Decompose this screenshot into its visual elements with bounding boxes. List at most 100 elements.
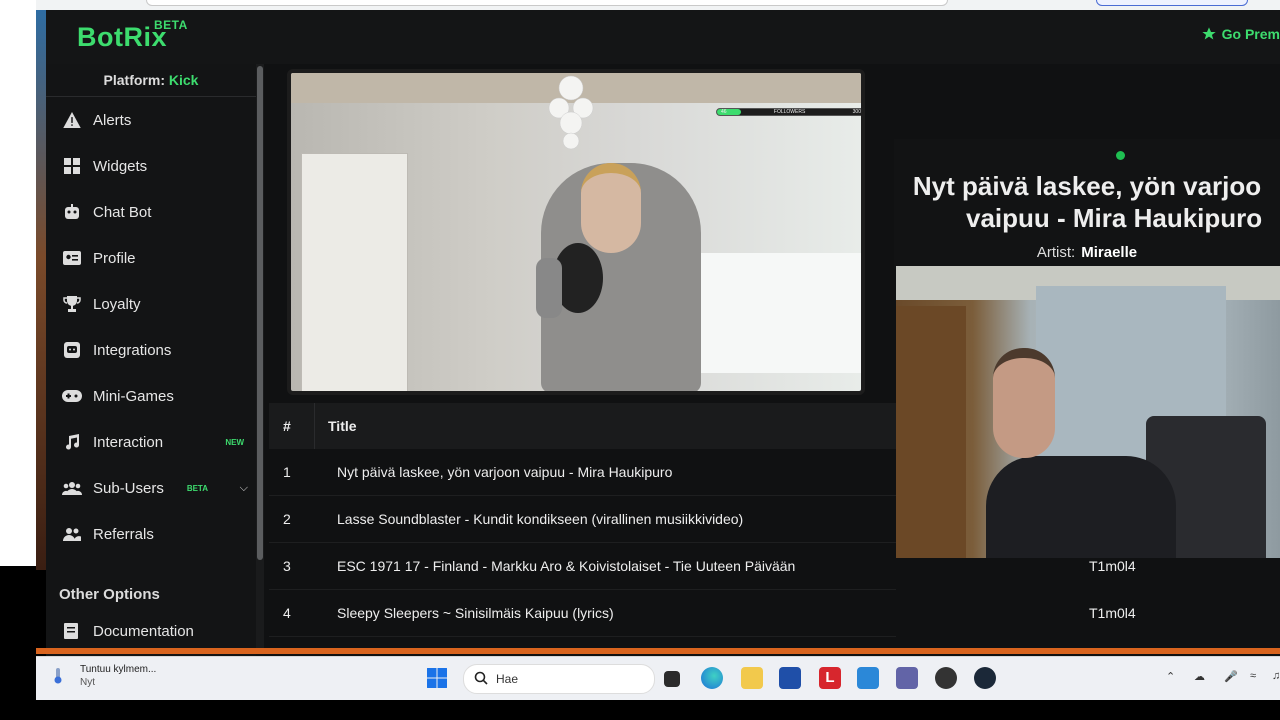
screen-bottom-edge — [0, 700, 1280, 720]
id-card-icon — [61, 251, 83, 265]
widgets-icon — [61, 158, 83, 174]
followers-current: 46 — [721, 109, 727, 115]
sidebar-item-label: Loyalty — [93, 295, 141, 313]
task-view-icon[interactable] — [664, 671, 680, 687]
botrix-app: BotRix BETA Go Prem Platform: Kick Alert… — [46, 10, 1280, 656]
sidebar-item-label: Chat Bot — [93, 203, 152, 221]
stream-video-player[interactable]: 46 FOLLOWERS 300 — [287, 69, 865, 395]
now-playing-title-line1: Nyt päivä laskee, yön varjoo — [912, 171, 1262, 201]
sidebar-item-interaction[interactable]: Interaction NEW — [46, 422, 256, 462]
obs-icon[interactable] — [935, 667, 957, 689]
new-badge: NEW — [225, 437, 244, 447]
sidebar-item-label: Integrations — [93, 341, 172, 359]
weather-icon[interactable] — [50, 667, 66, 685]
table-row[interactable]: 2 Lasse Soundblaster - Kundit kondikseen… — [269, 496, 896, 543]
sidebar-item-label: Profile — [93, 249, 136, 267]
sidebar-item-integrations[interactable]: Integrations — [46, 330, 256, 370]
steam-icon[interactable] — [974, 667, 996, 689]
teams-icon[interactable] — [896, 667, 918, 689]
weather-title: Tuntuu kylmem... — [80, 664, 157, 675]
row-requester: T1m0l4 — [1089, 558, 1136, 574]
table-row[interactable]: 4 Sleepy Sleepers ~ Sinisilmäis Kaipuu (… — [269, 590, 1136, 637]
sidebar-item-sub-users[interactable]: Sub-Users BETA ⌵ — [46, 468, 256, 508]
onedrive-icon[interactable]: ☁ — [1194, 670, 1205, 683]
row-number: 4 — [283, 605, 291, 621]
sidebar-item-label: Referrals — [93, 525, 154, 543]
address-bar[interactable] — [146, 0, 948, 6]
desktop-black-area — [0, 566, 36, 720]
speaker-icon[interactable]: ♫ — [1272, 670, 1280, 682]
sidebar-item-alerts[interactable]: Alerts — [46, 100, 256, 140]
sidebar-item-referrals[interactable]: Referrals — [46, 514, 256, 554]
table-header: # Title — [269, 403, 896, 449]
scrollbar-thumb[interactable] — [257, 66, 263, 560]
table-row[interactable]: 1 Nyt päivä laskee, yön varjoon vaipuu -… — [269, 449, 896, 496]
sidebar-item-label: Interaction — [93, 433, 164, 451]
weather-subtitle: Nyt — [80, 677, 95, 688]
artist-name: Miraelle — [1081, 244, 1138, 261]
sidebar-item-chat-bot[interactable]: Chat Bot — [46, 192, 256, 232]
sidebar-item-loyalty[interactable]: Loyalty — [46, 284, 256, 324]
sidebar-item-widgets[interactable]: Widgets — [46, 146, 256, 186]
desktop-window-edge — [0, 0, 36, 566]
video-scene — [986, 456, 1176, 558]
go-premium-button[interactable]: Go Prem — [1201, 26, 1280, 42]
windows-taskbar: Tuntuu kylmem... Nyt Hae L ⌃ ☁ 🎤 ≈ ♫ — [36, 656, 1280, 701]
weather-widget[interactable]: Tuntuu kylmem... Nyt — [80, 664, 156, 688]
sidebar-scrollbar[interactable] — [256, 64, 264, 648]
edge-browser-icon[interactable] — [701, 667, 723, 689]
gamepad-icon — [61, 390, 83, 402]
now-playing-artist: Artist: Miraelle — [894, 244, 1280, 261]
column-header-title: Title — [328, 418, 357, 434]
platform-indicator: Platform: Kick — [46, 72, 256, 88]
video-scene — [301, 153, 408, 391]
live-indicator — [1116, 151, 1125, 160]
user-group-icon — [61, 527, 83, 541]
chevron-down-icon[interactable]: ⌵ — [240, 482, 248, 495]
app-header: BotRix BETA Go Prem — [46, 10, 1280, 65]
beta-badge: BETA — [186, 483, 208, 493]
document-icon — [61, 623, 83, 639]
sidebar-item-documentation[interactable]: Documentation — [46, 611, 256, 651]
sidebar-item-label: Widgets — [93, 157, 148, 175]
warning-icon — [61, 112, 83, 128]
artist-label: Artist: — [1036, 244, 1076, 261]
sidebar-item-label: Sub-Users — [93, 479, 164, 497]
platform-value: Kick — [168, 72, 199, 88]
users-icon — [61, 481, 83, 495]
column-header-number: # — [283, 418, 291, 434]
botrix-logo[interactable]: BotRix BETA — [77, 18, 187, 53]
now-playing-widget: Nyt päivä laskee, yön varjoo vaipuu - Mi… — [894, 139, 1280, 269]
followers-label: FOLLOWERS — [773, 109, 806, 115]
file-explorer-icon[interactable] — [741, 667, 763, 689]
taskbar-search[interactable]: Hae — [463, 664, 655, 694]
l-app-icon[interactable]: L — [819, 667, 841, 689]
row-title: Lasse Soundblaster - Kundit kondikseen (… — [337, 511, 744, 527]
outlook-icon[interactable] — [857, 667, 879, 689]
row-title: Nyt päivä laskee, yön varjoon vaipuu - M… — [337, 464, 673, 480]
video-scene — [993, 348, 1055, 458]
table-row[interactable]: 3 ESC 1971 17 - Finland - Markku Aro & K… — [269, 543, 1136, 590]
logo-beta-badge: BETA — [154, 18, 188, 32]
row-title: Sleepy Sleepers ~ Sinisilmäis Kaipuu (ly… — [337, 605, 614, 621]
windows-start-icon[interactable] — [426, 667, 448, 689]
video-scene — [896, 306, 966, 558]
robot-icon — [61, 204, 83, 220]
other-options-heading: Other Options — [59, 586, 160, 603]
chevron-up-icon[interactable]: ⌃ — [1166, 670, 1175, 683]
store-icon[interactable] — [779, 667, 801, 689]
platform-label: Platform: — [103, 72, 165, 88]
song-queue-table: # Title 1 Nyt päivä laskee, yön varjoon … — [269, 403, 1136, 637]
sidebar-item-mini-games[interactable]: Mini-Games — [46, 376, 256, 416]
wifi-icon[interactable]: ≈ — [1250, 670, 1256, 682]
browser-profile-pill[interactable] — [1096, 0, 1248, 6]
sidebar-item-label: Documentation — [93, 622, 194, 640]
star-icon — [1201, 27, 1216, 40]
followers-goal-bar: 46 FOLLOWERS 300 — [716, 108, 861, 116]
sidebar-item-profile[interactable]: Profile — [46, 238, 256, 278]
followers-goal: 300 — [852, 109, 861, 115]
column-divider — [314, 403, 315, 449]
browser-toolbar — [36, 0, 1280, 10]
microphone-icon[interactable]: 🎤 — [1224, 670, 1238, 683]
sidebar-item-label: Alerts — [93, 111, 132, 129]
